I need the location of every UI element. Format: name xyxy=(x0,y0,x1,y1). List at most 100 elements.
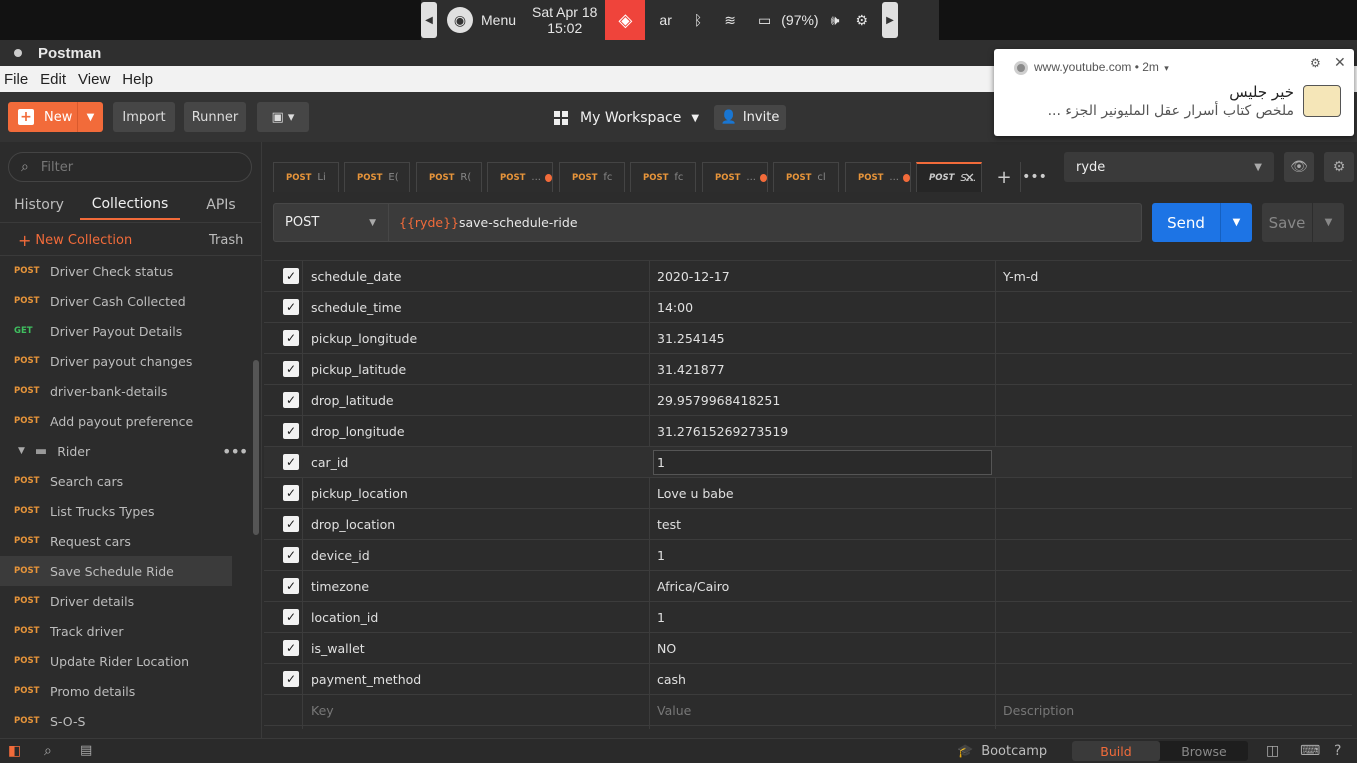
workspace-selector[interactable]: My Workspace ▼ xyxy=(554,106,699,130)
param-value[interactable]: 1 xyxy=(657,602,995,633)
close-icon[interactable]: ✕ xyxy=(964,171,975,186)
sidebar-item-save-schedule-ride[interactable]: POST Save Schedule Ride xyxy=(0,556,232,586)
param-key[interactable]: schedule_date xyxy=(311,261,649,292)
add-tab-icon[interactable]: + xyxy=(993,162,1015,192)
chevron-down-icon[interactable]: ▼ xyxy=(18,446,25,456)
clock[interactable]: Sat Apr 18 15:02 xyxy=(532,4,597,36)
window-menu-icon[interactable] xyxy=(14,49,22,57)
keyboard-layout-indicator[interactable]: ar xyxy=(659,12,671,28)
notification-close-icon[interactable]: ✕ xyxy=(1334,55,1346,71)
row-checkbox[interactable]: ✓ xyxy=(283,454,299,470)
param-value[interactable]: 2020-12-17 xyxy=(657,261,995,292)
new-dropdown-chevron-icon[interactable]: ▼ xyxy=(77,102,103,132)
request-tab[interactable]: POST fc xyxy=(630,162,696,192)
sidebar-item-track-driver[interactable]: POST Track driver xyxy=(0,616,232,646)
param-description[interactable] xyxy=(1003,540,1348,571)
row-checkbox[interactable]: ✓ xyxy=(283,330,299,346)
request-tab[interactable]: POST ... xyxy=(845,162,911,192)
param-key[interactable]: drop_longitude xyxy=(311,416,649,447)
find-icon[interactable]: ⌕ xyxy=(44,743,52,759)
method-select[interactable]: POST ▼ xyxy=(273,203,389,242)
new-collection-button[interactable]: + New Collection xyxy=(18,231,132,250)
param-description[interactable] xyxy=(1003,478,1348,509)
filter-input[interactable]: ⌕ Filter xyxy=(8,152,252,182)
manage-environments-button[interactable]: ⚙ xyxy=(1324,152,1354,182)
request-tab[interactable]: POST cl xyxy=(773,162,839,192)
trash-button[interactable]: Trash xyxy=(209,233,243,248)
new-button[interactable]: + New ▼ xyxy=(8,102,103,132)
sidebar-item-search-cars[interactable]: POST Search cars xyxy=(0,466,232,496)
sidebar-item-driver-payout-changes[interactable]: POST Driver payout changes xyxy=(0,346,232,376)
param-description[interactable] xyxy=(1003,633,1348,664)
param-key[interactable]: pickup_latitude xyxy=(311,354,649,385)
url-input[interactable]: {{ryde}} save-schedule-ride xyxy=(388,203,1142,242)
sidebar-item-driver-cash-collected[interactable]: POST Driver Cash Collected xyxy=(0,286,232,316)
bluetooth-icon[interactable]: ᛒ xyxy=(694,12,702,28)
request-tab[interactable]: POST E( xyxy=(344,162,410,192)
tab-apis[interactable]: APIs xyxy=(196,190,246,220)
param-key[interactable]: drop_location xyxy=(311,509,649,540)
param-description[interactable] xyxy=(1003,354,1348,385)
request-tab-active[interactable]: POST S... ✕ xyxy=(916,162,982,192)
param-key[interactable]: device_id xyxy=(311,540,649,571)
param-key[interactable]: car_id xyxy=(311,447,649,478)
chevron-down-icon[interactable]: ▾ xyxy=(1164,63,1169,73)
row-checkbox[interactable]: ✓ xyxy=(283,361,299,377)
request-tab[interactable]: POST fc xyxy=(559,162,625,192)
invite-button[interactable]: 👤 Invite xyxy=(714,105,786,130)
environment-select[interactable]: ryde ▼ xyxy=(1064,152,1274,182)
row-checkbox[interactable]: ✓ xyxy=(283,671,299,687)
help-icon[interactable]: ? xyxy=(1334,743,1341,759)
ubuntu-logo-icon[interactable]: ◉ xyxy=(447,7,473,33)
param-value[interactable]: 29.9579968418251 xyxy=(657,385,995,416)
param-description[interactable]: Y-m-d xyxy=(1003,261,1348,292)
param-value[interactable]: Africa/Cairo xyxy=(657,571,995,602)
system-settings-icon[interactable]: ⚙ xyxy=(855,12,868,29)
new-value-input[interactable]: Value xyxy=(657,695,995,726)
toggle-sidebar-icon[interactable]: ◧ xyxy=(8,743,21,759)
param-description[interactable] xyxy=(1003,292,1348,323)
param-key[interactable]: is_wallet xyxy=(311,633,649,664)
param-description[interactable] xyxy=(1003,664,1348,695)
menu-view[interactable]: View xyxy=(78,71,110,88)
panel-right-arrow-icon[interactable]: ▶ xyxy=(882,2,898,38)
sidebar-item-request-cars[interactable]: POST Request cars xyxy=(0,526,232,556)
console-icon[interactable]: ▤ xyxy=(80,743,92,758)
param-value[interactable]: 31.27615269273519 xyxy=(657,416,995,447)
param-value[interactable]: Love u babe xyxy=(657,478,995,509)
request-tab[interactable]: POST ... xyxy=(702,162,768,192)
panel-left-arrow-icon[interactable]: ◀ xyxy=(421,2,437,38)
row-checkbox[interactable]: ✓ xyxy=(283,268,299,284)
sidebar-item-driver-details[interactable]: POST Driver details xyxy=(0,586,232,616)
new-window-button[interactable]: ▣ ▾ xyxy=(257,102,309,132)
tab-options-icon[interactable]: ••• xyxy=(1020,162,1048,192)
param-description[interactable] xyxy=(1003,571,1348,602)
two-pane-view-icon[interactable]: ◫ xyxy=(1266,743,1279,759)
param-key[interactable]: location_id xyxy=(311,602,649,633)
folder-rider[interactable]: ▼ ▬ Rider ••• xyxy=(0,436,252,466)
param-key[interactable]: pickup_longitude xyxy=(311,323,649,354)
row-checkbox[interactable]: ✓ xyxy=(283,578,299,594)
menu-file[interactable]: File xyxy=(4,71,28,88)
param-value[interactable]: 1 xyxy=(657,447,995,478)
row-checkbox[interactable]: ✓ xyxy=(283,299,299,315)
sidebar-item-driver-bank-details[interactable]: POST driver-bank-details xyxy=(0,376,232,406)
notification-settings-gear-icon[interactable]: ⚙ xyxy=(1310,56,1321,70)
keyboard-shortcuts-icon[interactable]: ⌨ xyxy=(1300,743,1320,759)
row-checkbox[interactable]: ✓ xyxy=(283,423,299,439)
sidebar-item-add-payout-preference[interactable]: POST Add payout preference xyxy=(0,406,232,436)
volume-icon[interactable]: 🕪 xyxy=(831,12,840,29)
sidebar-item-driver-payout-details[interactable]: GET Driver Payout Details xyxy=(0,316,232,346)
request-tab[interactable]: POST ... xyxy=(487,162,553,192)
param-value[interactable]: 1 xyxy=(657,540,995,571)
row-checkbox[interactable]: ✓ xyxy=(283,392,299,408)
sidebar-scrollbar[interactable] xyxy=(253,360,259,535)
wifi-icon[interactable]: ≋ xyxy=(724,12,736,29)
param-value[interactable]: NO xyxy=(657,633,995,664)
param-value[interactable]: 31.254145 xyxy=(657,323,995,354)
import-button[interactable]: Import xyxy=(113,102,175,132)
sidebar-item-sos[interactable]: POST S-O-S xyxy=(0,706,232,736)
param-description[interactable] xyxy=(1003,509,1348,540)
sidebar-item-driver-check-status[interactable]: POST Driver Check status xyxy=(0,256,232,286)
tab-collections[interactable]: Collections xyxy=(80,190,180,220)
